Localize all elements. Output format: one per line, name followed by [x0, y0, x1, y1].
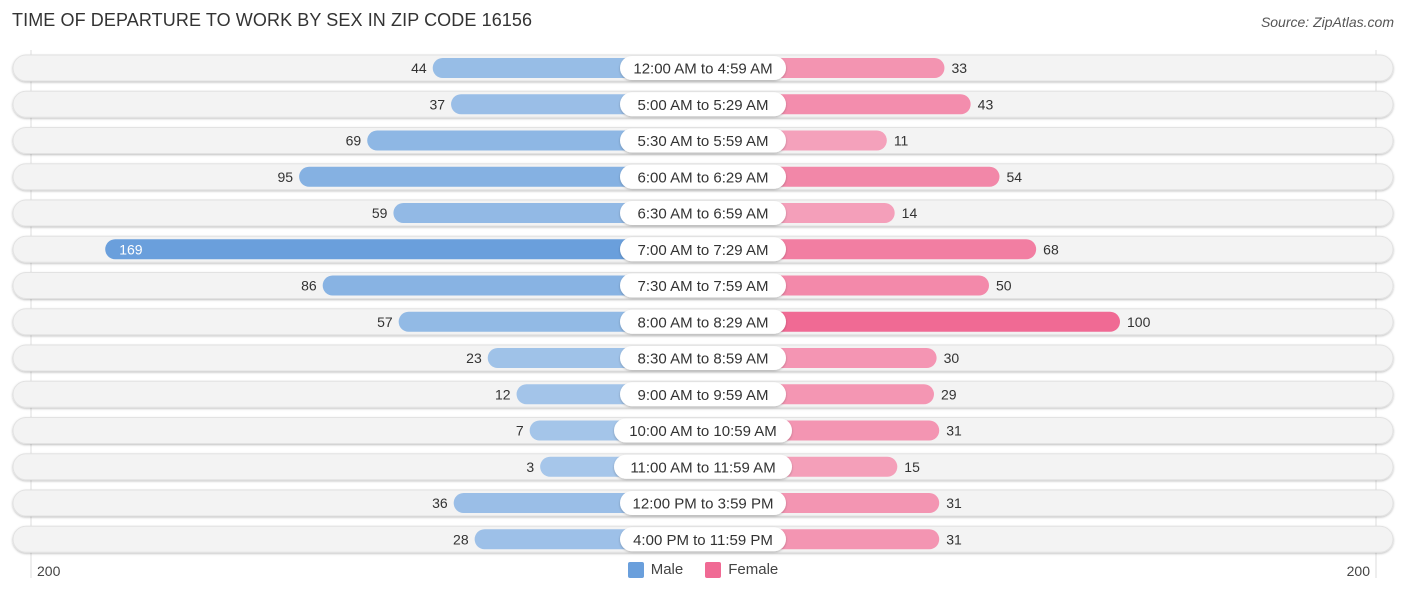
category-label: 9:00 AM to 9:59 AM: [620, 382, 786, 407]
category-text: 4:00 PM to 11:59 PM: [633, 532, 773, 549]
table-row: 23 30 8:30 AM to 8:59 AM: [12, 344, 1394, 372]
male-value-label: 44: [411, 60, 427, 76]
table-row: 36 31 12:00 PM to 3:59 PM: [12, 489, 1394, 517]
category-text: 12:00 PM to 3:59 PM: [633, 496, 774, 513]
female-value-label: 30: [944, 350, 960, 366]
female-value-label: 43: [978, 96, 994, 112]
male-value-label: 3: [526, 459, 534, 475]
category-label: 12:00 PM to 3:59 PM: [620, 491, 786, 515]
female-value-label: 50: [996, 278, 1012, 294]
female-value-label: 100: [1127, 314, 1151, 330]
category-text: 5:00 AM to 5:29 AM: [638, 97, 769, 114]
category-text: 7:30 AM to 7:59 AM: [638, 278, 769, 295]
male-value-label: 37: [429, 96, 445, 112]
female-value-label: 68: [1043, 241, 1059, 257]
category-label: 5:00 AM to 5:29 AM: [620, 92, 786, 117]
category-label: 8:30 AM to 8:59 AM: [620, 346, 786, 370]
category-text: 6:30 AM to 6:59 AM: [638, 206, 769, 223]
legend-label-female: Female: [728, 561, 779, 578]
male-value-label: 7: [516, 423, 524, 439]
female-value-label: 31: [946, 423, 962, 439]
category-label: 8:00 AM to 8:29 AM: [620, 309, 786, 334]
table-row: 28 31 4:00 PM to 11:59 PM: [12, 525, 1394, 553]
category-label: 6:30 AM to 6:59 AM: [620, 201, 786, 225]
category-label: 11:00 AM to 11:59 AM: [614, 454, 792, 479]
category-text: 9:00 AM to 9:59 AM: [638, 387, 769, 404]
female-value-label: 54: [1006, 169, 1022, 185]
legend-swatch-female: [705, 561, 722, 578]
category-text: 6:00 AM to 6:29 AM: [638, 169, 769, 186]
category-label: 7:30 AM to 7:59 AM: [620, 273, 786, 298]
category-text: 5:30 AM to 5:59 AM: [638, 133, 769, 150]
table-row: 95 54 6:00 AM to 6:29 AM: [12, 163, 1394, 191]
table-row: 7 31 10:00 AM to 10:59 AM: [12, 417, 1394, 444]
legend: Male Female: [0, 561, 1406, 578]
female-value-label: 31: [946, 495, 962, 511]
male-value-label: 23: [466, 350, 482, 366]
table-row: 37 43 5:00 AM to 5:29 AM: [12, 90, 1394, 118]
category-text: 12:00 AM to 4:59 AM: [633, 61, 772, 78]
table-row: 3 15 11:00 AM to 11:59 AM: [12, 453, 1394, 481]
male-value-label: 95: [278, 169, 294, 185]
table-row: 169 68 7:00 AM to 7:29 AM: [12, 235, 1394, 263]
male-bar: [105, 239, 704, 260]
male-value-label: 36: [432, 495, 448, 511]
table-row: 59 14 6:30 AM to 6:59 AM: [12, 199, 1394, 227]
category-text: 11:00 AM to 11:59 AM: [630, 459, 775, 476]
category-label: 4:00 PM to 11:59 PM: [620, 527, 786, 552]
male-value-label: 57: [377, 314, 393, 330]
legend-swatch-male: [627, 561, 644, 578]
category-text: 10:00 AM to 10:59 AM: [629, 423, 777, 440]
female-value-label: 15: [904, 459, 920, 475]
female-value-label: 33: [951, 60, 967, 76]
category-text: 7:00 AM to 7:29 AM: [638, 242, 769, 259]
category-label: 10:00 AM to 10:59 AM: [614, 418, 792, 443]
category-label: 7:00 AM to 7:29 AM: [620, 237, 786, 262]
category-label: 12:00 AM to 4:59 AM: [620, 56, 786, 80]
legend-item-male: Male: [627, 561, 684, 578]
male-value-label: 86: [301, 278, 317, 294]
chart-canvas: 44 3312:00 AM to 4:59 AM37 435:00 AM to 5:…: [12, 50, 1394, 578]
category-text: 8:30 AM to 8:59 AM: [638, 351, 769, 368]
female-value-label: 31: [946, 531, 962, 547]
female-value-label: 29: [941, 386, 957, 402]
table-row: 69 11 5:30 AM to 5:59 AM: [12, 127, 1394, 154]
male-value-label: 69: [346, 133, 362, 149]
table-row: 86 50 7:30 AM to 7:59 AM: [12, 272, 1394, 299]
female-value-label: 14: [902, 205, 918, 221]
female-value-label: 11: [894, 133, 909, 149]
male-value-label: 12: [495, 386, 511, 402]
male-value-label: 28: [453, 531, 469, 547]
table-row: 44 33 12:00 AM to 4:59 AM: [12, 54, 1394, 82]
male-value-label: 169: [119, 241, 143, 257]
category-label: 6:00 AM to 6:29 AM: [620, 164, 786, 189]
male-value-label: 59: [372, 205, 388, 221]
legend-label-male: Male: [650, 561, 684, 578]
table-row: 57 100 8:00 AM to 8:29 AM: [12, 308, 1394, 336]
legend-item-female: Female: [705, 561, 778, 578]
category-text: 8:00 AM to 8:29 AM: [638, 314, 769, 331]
category-label: 5:30 AM to 5:59 AM: [620, 128, 786, 153]
table-row: 12 29 9:00 AM to 9:59 AM: [12, 380, 1394, 408]
